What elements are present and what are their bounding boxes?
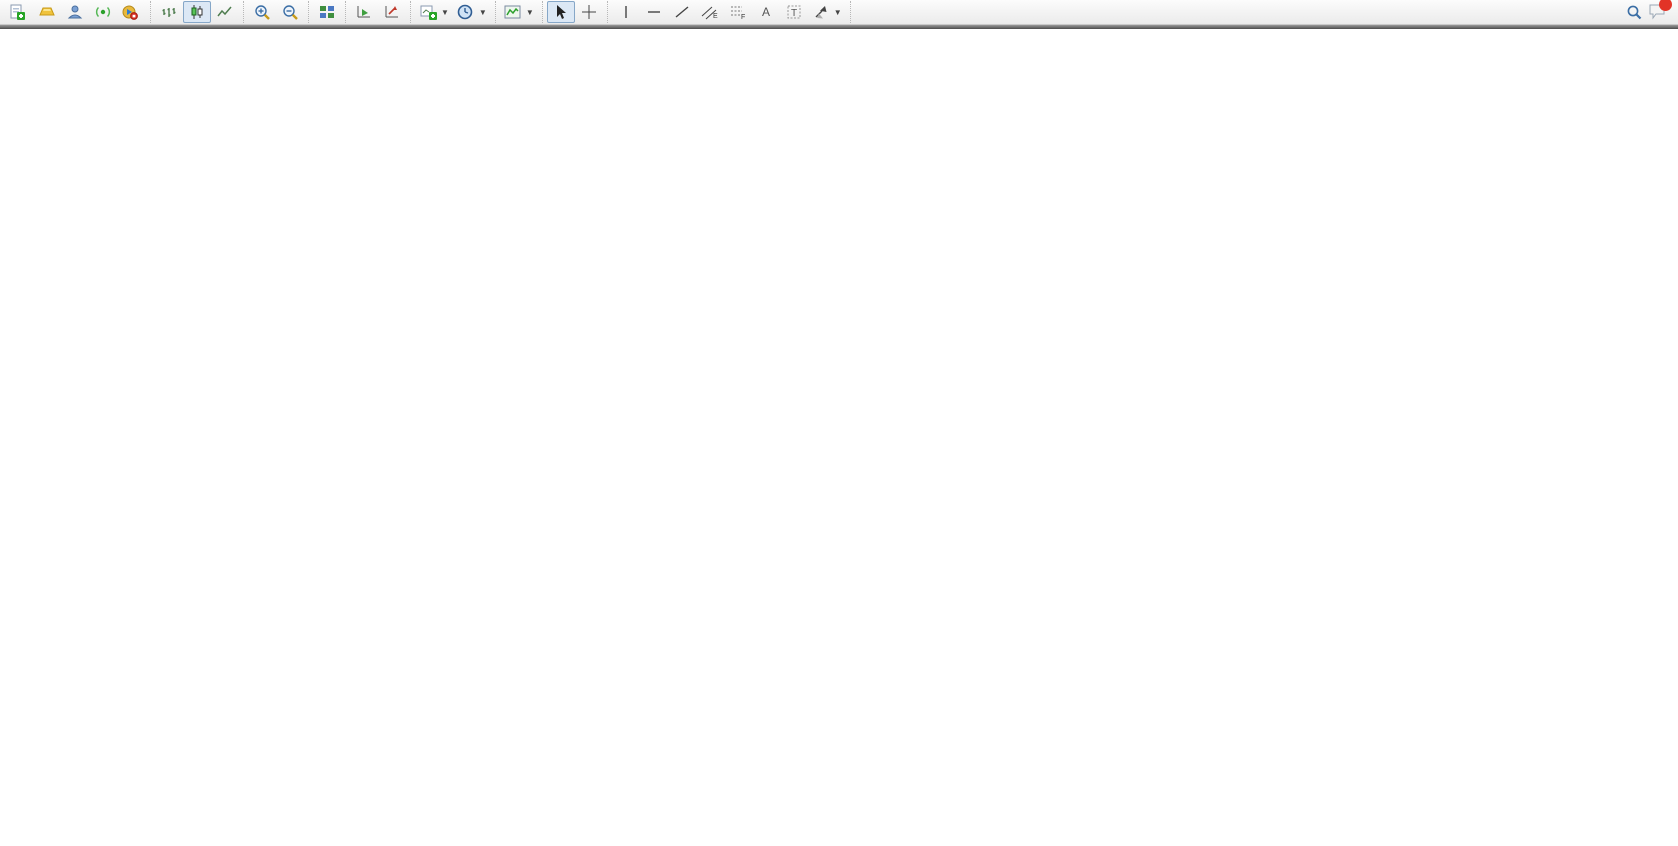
period-clock-icon [457,3,475,21]
chevron-down-icon[interactable]: ▼ [479,8,487,17]
svg-text:E: E [713,13,718,20]
zoom-out-button[interactable] [276,1,304,23]
tile-windows-button[interactable] [313,1,341,23]
new-chart-button[interactable]: ▼ [415,1,453,23]
shift-end-button[interactable] [350,1,378,23]
gold-button[interactable] [33,1,61,23]
bar-chart-icon [160,3,178,21]
auto-trading-icon [121,3,139,21]
shapes-icon [812,3,830,21]
candlestick-button[interactable] [183,1,211,23]
chat-button[interactable] [1648,2,1666,23]
cursor-button[interactable] [547,1,575,23]
toolbar: ▼ ▼ ▼ [0,0,1678,25]
horizontal-line-icon [645,3,663,21]
crosshair-button[interactable] [575,1,603,23]
crosshair-icon [580,3,598,21]
text-button[interactable]: A [752,1,780,23]
chart-window[interactable] [0,29,1678,841]
trendline-button[interactable] [668,1,696,23]
line-chart-button[interactable] [211,1,239,23]
svg-text:A: A [762,5,770,19]
signal-icon [94,3,112,21]
vertical-line-button[interactable] [612,1,640,23]
toolbar-group-indicators: ▼ [495,1,542,23]
zoom-in-button[interactable] [248,1,276,23]
chevron-down-icon[interactable]: ▼ [834,8,842,17]
horizontal-line-button[interactable] [640,1,668,23]
toolbar-group-zoom [243,1,308,23]
search-icon [1625,3,1643,21]
timeframe-group [850,1,859,23]
svg-text:T: T [791,8,797,19]
channel-button[interactable]: E [696,1,724,23]
auto-scroll-button[interactable] [378,1,406,23]
toolbar-group-objects: E F A T ▼ [607,1,850,23]
chevron-down-icon[interactable]: ▼ [441,8,449,17]
zoom-out-icon [281,3,299,21]
toolbar-group-scroll [345,1,410,23]
line-chart-icon [216,3,234,21]
price-chart[interactable] [0,29,1678,841]
trendline-icon [673,3,691,21]
bar-chart-button[interactable] [155,1,183,23]
candlestick-icon [188,3,206,21]
fibonacci-icon: F [729,3,747,21]
toolbar-group-newchart: ▼ ▼ [410,1,495,23]
toolbar-group-charttype [150,1,243,23]
trader-icon [66,3,84,21]
text-icon: A [757,3,775,21]
new-order-button[interactable] [4,1,33,23]
new-order-icon [8,3,26,21]
shapes-button[interactable]: ▼ [808,1,846,23]
channel-icon: E [701,3,719,21]
auto-trading-button[interactable] [117,1,146,23]
text-label-icon: T [785,3,803,21]
auto-scroll-icon [383,3,401,21]
text-label-button[interactable]: T [780,1,808,23]
tile-windows-icon [318,3,336,21]
gold-bar-icon [38,3,56,21]
period-button[interactable]: ▼ [453,1,491,23]
toolbar-group-cursor [542,1,607,23]
shift-end-icon [355,3,373,21]
search-button[interactable] [1620,1,1648,23]
trader-button[interactable] [61,1,89,23]
toolbar-group-windows [308,1,345,23]
toolbar-group-trade [0,1,150,23]
chevron-down-icon[interactable]: ▼ [526,8,534,17]
vertical-line-icon [617,3,635,21]
indicators-icon [504,3,522,21]
svg-text:F: F [741,14,745,20]
signal-button[interactable] [89,1,117,23]
new-chart-icon [419,3,437,21]
notification-badge [1659,0,1672,11]
indicators-button[interactable]: ▼ [500,1,538,23]
fibonacci-button[interactable]: F [724,1,752,23]
zoom-in-icon [253,3,271,21]
cursor-icon [552,3,570,21]
